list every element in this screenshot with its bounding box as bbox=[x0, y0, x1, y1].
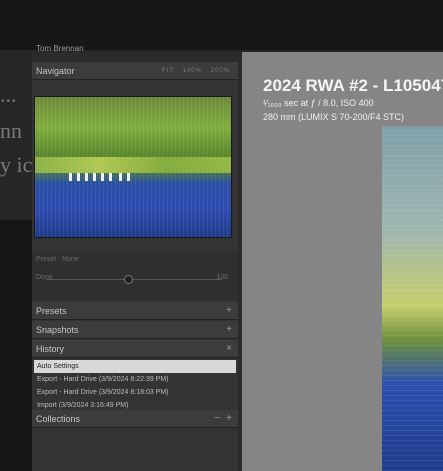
photo-title: 2024 RWA #2 - L1050471 bbox=[263, 76, 443, 95]
preview-bird bbox=[93, 173, 96, 181]
navigator-preview[interactable] bbox=[34, 96, 232, 238]
preview-bird bbox=[85, 173, 88, 181]
history-item[interactable]: Auto Settings bbox=[34, 360, 236, 373]
navigator-title: Navigator bbox=[36, 66, 75, 76]
amount-slider-knob[interactable] bbox=[124, 275, 133, 284]
preset-label: Preset : None bbox=[36, 256, 79, 263]
history-item[interactable]: Export - Hard Drive (3/9/2024 8:22:39 PM… bbox=[34, 373, 236, 386]
snapshots-header[interactable]: Snapshots + bbox=[32, 321, 238, 339]
zoom-fit[interactable]: FIT bbox=[162, 68, 174, 74]
loupe-view: 2024 RWA #2 - L1050471 ¹⁄₁₆₀₀ sec at ƒ /… bbox=[242, 52, 443, 471]
main-photo[interactable] bbox=[382, 126, 443, 471]
navigator-header[interactable]: Navigator FIT 100% 200% bbox=[32, 62, 238, 80]
preset-amount-area: Preset : None Done 100 bbox=[32, 252, 238, 300]
amount-slider-track[interactable] bbox=[46, 279, 222, 280]
background-text: y ic bbox=[0, 152, 33, 177]
lightroom-window: Navigator FIT 100% 200% Preset : None Do… bbox=[32, 52, 443, 471]
zoom-200[interactable]: 200% bbox=[211, 68, 230, 74]
background-topbar bbox=[0, 0, 443, 50]
collapse-icon[interactable]: − bbox=[214, 410, 220, 428]
preview-bird bbox=[119, 173, 122, 181]
add-snapshot-icon[interactable]: + bbox=[226, 321, 232, 339]
preview-bird bbox=[127, 173, 130, 181]
history-list: Auto Settings Export - Hard Drive (3/9/2… bbox=[34, 360, 236, 412]
preview-bird bbox=[101, 173, 104, 181]
zoom-100[interactable]: 100% bbox=[183, 68, 202, 74]
preview-bird bbox=[109, 173, 112, 181]
navigator-zoom-options: FIT 100% 200% bbox=[156, 62, 230, 80]
add-preset-icon[interactable]: + bbox=[226, 302, 232, 320]
add-collection-icon[interactable]: + bbox=[226, 410, 232, 428]
photo-exposure: ¹⁄₁₆₀₀ sec at ƒ / 8.0, ISO 400 bbox=[263, 98, 374, 108]
left-panel: Navigator FIT 100% 200% Preset : None Do… bbox=[32, 62, 238, 471]
history-title: History bbox=[36, 344, 65, 354]
history-header[interactable]: History × bbox=[32, 340, 238, 358]
presets-header[interactable]: Presets + bbox=[32, 302, 238, 320]
clear-history-icon[interactable]: × bbox=[226, 340, 232, 358]
collections-header[interactable]: Collections − + bbox=[32, 410, 238, 428]
photo-lens: 280 mm (LUMIX S 70-200/F4 STC) bbox=[263, 112, 405, 122]
preview-bird bbox=[69, 173, 72, 181]
slider-label-right: 100 bbox=[216, 274, 228, 281]
history-item[interactable]: Export - Hard Drive (3/9/2024 8:18:03 PM… bbox=[34, 386, 236, 399]
background-text: ... bbox=[0, 82, 17, 107]
snapshots-title: Snapshots bbox=[36, 325, 79, 335]
preview-shoreline bbox=[35, 157, 231, 173]
collections-title: Collections bbox=[36, 414, 81, 424]
preview-bird bbox=[77, 173, 80, 181]
background-panel bbox=[0, 220, 32, 471]
presets-title: Presets bbox=[36, 306, 67, 316]
background-text: nn bbox=[0, 118, 22, 143]
